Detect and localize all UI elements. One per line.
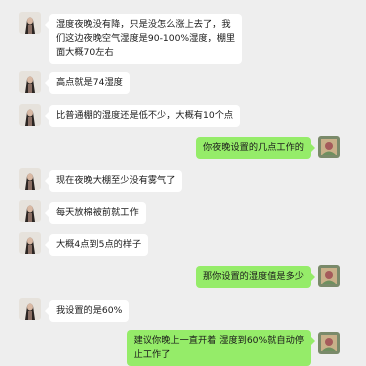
message-text-line: 们这边夜晚空气湿度是90-100%湿度，棚里	[56, 33, 236, 44]
self-avatar[interactable]	[318, 265, 340, 287]
message-bubble[interactable]: 我设置的是60%	[44, 300, 130, 322]
contact-avatar[interactable]	[19, 298, 41, 320]
contact-avatar[interactable]	[19, 71, 41, 93]
self-avatar[interactable]	[318, 332, 340, 354]
message-text-line: 大概4点到5点的样子	[56, 239, 142, 250]
message-text-line: 你夜晚设置的几点工作的	[202, 142, 304, 153]
self-avatar[interactable]	[318, 136, 340, 158]
message-text-line: 那你设置的湿度值是多少	[202, 271, 304, 282]
message-text-line: 高点就是74湿度	[56, 77, 123, 88]
message-text-line: 止工作了	[133, 349, 171, 360]
contact-avatar[interactable]	[19, 12, 41, 34]
message-text-line: 建议你晚上一直开着 湿度到60%就自动停	[133, 335, 304, 346]
message-bubble[interactable]: 高点就是74湿度	[45, 72, 130, 94]
message-bubble[interactable]: 大概4点到5点的样子	[44, 234, 149, 256]
message-bubble[interactable]: 每天放棉被前就工作	[45, 202, 146, 224]
message-text-line: 比普通棚的湿度还是低不少，大概有10个点	[56, 110, 234, 121]
contact-avatar[interactable]	[19, 232, 41, 254]
contact-avatar[interactable]	[19, 200, 41, 222]
contact-avatar[interactable]	[19, 104, 41, 126]
message-text-line: 面大概70左右	[56, 47, 114, 58]
chat-message-list: 湿度夜晚没有降，只是没怎么涨上去了，我 们这边夜晚空气湿度是90-100%湿度，…	[0, 0, 366, 366]
message-bubble[interactable]: 现在夜晚大棚至少没有雾气了	[44, 170, 183, 192]
message-bubble[interactable]: 你夜晚设置的几点工作的	[195, 137, 316, 159]
message-text-line: 湿度夜晚没有降，只是没怎么涨上去了，我	[56, 19, 231, 30]
message-bubble[interactable]: 湿度夜晚没有降，只是没怎么涨上去了，我 们这边夜晚空气湿度是90-100%湿度，…	[44, 14, 243, 64]
message-bubble[interactable]: 比普通棚的湿度还是低不少，大概有10个点	[44, 105, 241, 127]
message-text-line: 每天放棉被前就工作	[56, 207, 139, 218]
contact-avatar[interactable]	[19, 168, 41, 190]
message-bubble[interactable]: 那你设置的湿度值是多少	[195, 266, 316, 288]
message-bubble[interactable]: 建议你晚上一直开着 湿度到60%就自动停 止工作了	[126, 330, 316, 366]
message-text-line: 我设置的是60%	[56, 305, 123, 316]
message-text-line: 现在夜晚大棚至少没有雾气了	[56, 175, 176, 186]
